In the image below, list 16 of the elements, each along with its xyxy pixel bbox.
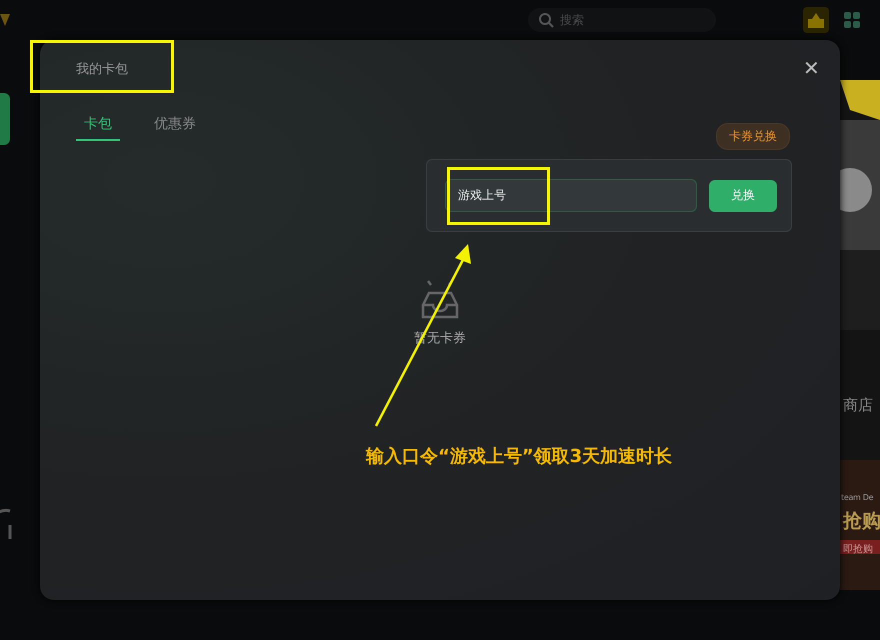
nav-button[interactable] (0, 93, 10, 145)
search-icon (538, 12, 554, 28)
code-input-field[interactable]: 游戏上号 (445, 179, 697, 212)
grid-icon[interactable] (843, 11, 861, 29)
tab[interactable]: 卡包 (76, 115, 120, 141)
promo-text: team De (841, 493, 874, 502)
redeem-button[interactable]: 卡券兑换 (716, 123, 790, 150)
close-button[interactable]: ✕ (803, 56, 820, 81)
logo-icon (0, 14, 10, 26)
store-label: 商店 (843, 396, 873, 415)
dialog-title: 我的卡包 (76, 60, 128, 78)
search-field[interactable]: 搜索 (528, 8, 716, 32)
tab[interactable]: 优惠券 (146, 115, 204, 141)
annotation-caption: 输入口令“游戏上号”领取3天加速时长 (366, 445, 672, 468)
empty-inbox-icon (420, 279, 460, 321)
promo-title: 抢购 (843, 509, 880, 534)
